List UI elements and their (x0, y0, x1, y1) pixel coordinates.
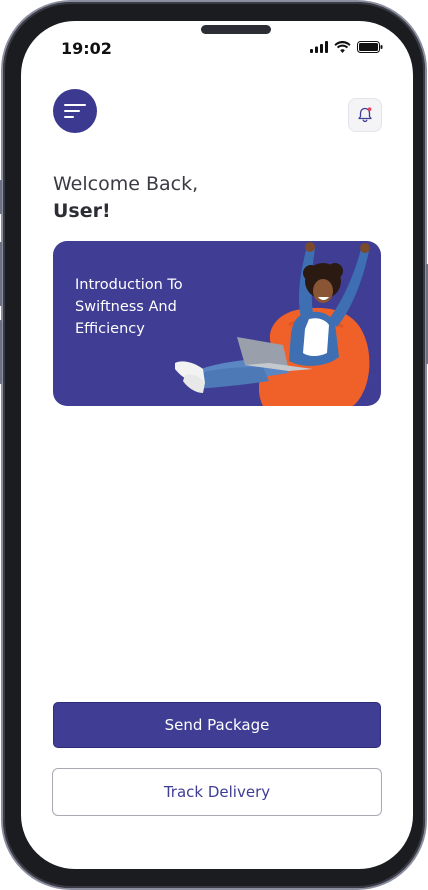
cellular-signal-icon (310, 41, 328, 53)
battery-icon (357, 41, 383, 53)
status-icons (310, 41, 383, 53)
greeting: Welcome Back, User! (53, 171, 198, 225)
bell-icon (358, 107, 372, 123)
send-package-button[interactable]: Send Package (53, 702, 381, 748)
banner-illustration (175, 242, 370, 406)
menu-button[interactable] (53, 89, 97, 133)
speaker-grille (201, 25, 271, 34)
greeting-username: User! (53, 200, 111, 222)
greeting-line: Welcome Back, (53, 173, 199, 195)
volume-up-button (0, 242, 2, 306)
wifi-icon (334, 41, 351, 53)
status-time: 19:02 (61, 39, 112, 58)
mute-switch (0, 180, 2, 214)
phone-frame: 19:02 Welcome Back, User! Introduction T… (0, 2, 428, 888)
menu-lines-icon (64, 104, 86, 118)
notification-dot (367, 107, 372, 111)
track-delivery-button[interactable]: Track Delivery (52, 768, 382, 816)
app-screen: 19:02 Welcome Back, User! Introduction T… (21, 21, 413, 869)
notification-button[interactable] (348, 98, 382, 132)
promo-banner[interactable]: Introduction To Swiftness And Efficiency (53, 241, 381, 406)
volume-down-button (0, 320, 2, 384)
